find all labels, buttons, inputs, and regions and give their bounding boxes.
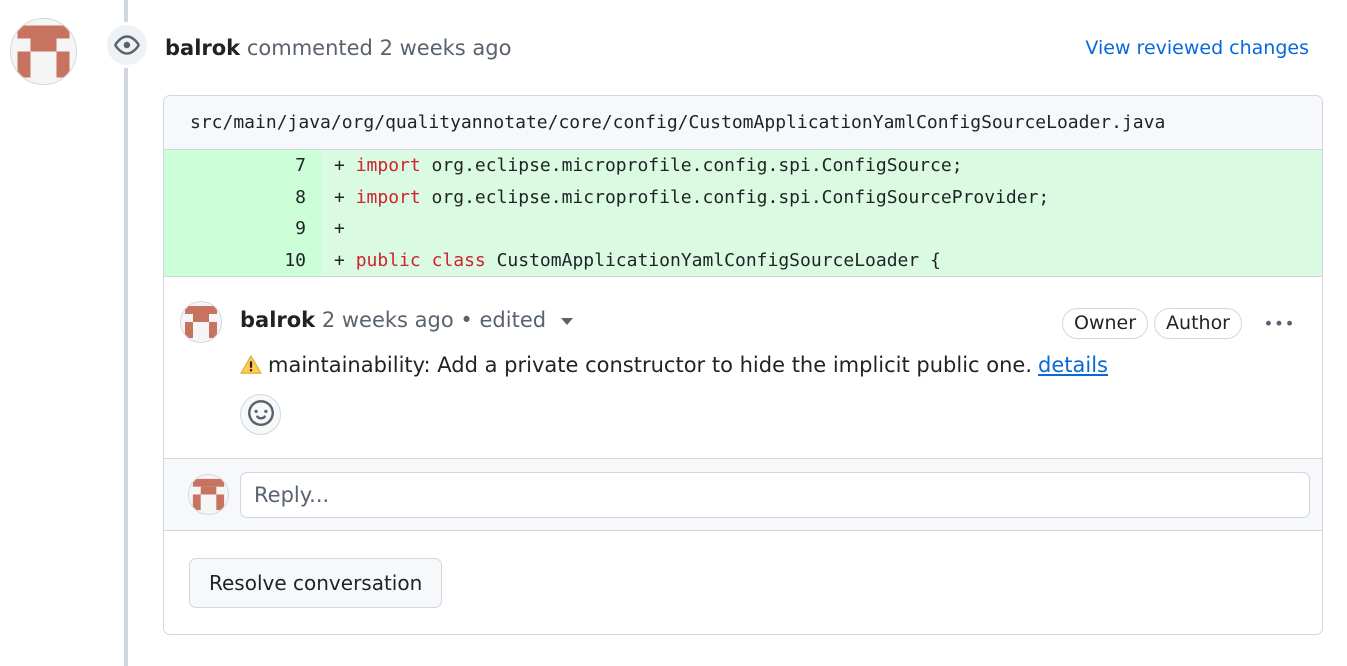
diff-line[interactable]: 9 + [164, 213, 1322, 245]
comment-time[interactable]: 2 weeks ago [322, 308, 454, 332]
code-text: org.eclipse.microprofile.config.spi.Conf… [420, 155, 963, 176]
code-keyword: class [431, 249, 486, 271]
code-keyword: import [355, 155, 421, 176]
diff-code: + [322, 213, 356, 245]
code-text: org.eclipse.microprofile.config.spi.Conf… [420, 186, 1050, 208]
diff-code: + public class CustomApplicationYamlConf… [322, 245, 941, 277]
line-number[interactable]: 7 [164, 150, 322, 182]
diff-code: + import org.eclipse.microprofile.config… [322, 150, 963, 182]
avatar-image [11, 19, 76, 84]
details-link[interactable]: details [1038, 349, 1108, 381]
diff-line[interactable]: 8 + import org.eclipse.microprofile.confi… [164, 181, 1322, 214]
diff-marker: + [334, 249, 345, 271]
code-keyword: import [355, 186, 421, 208]
avatar-image [181, 302, 221, 342]
comment-author[interactable]: balrok [240, 308, 315, 332]
timeline-line [124, 0, 128, 666]
warning-icon [240, 354, 262, 376]
line-number[interactable]: 9 [164, 213, 322, 245]
comment-text: maintainability: Add a private construct… [268, 353, 1033, 377]
edited-label[interactable]: edited [480, 308, 547, 332]
owner-badge: Owner [1061, 308, 1149, 339]
comment-header: balrok 2 weeks ago • edited [240, 305, 573, 335]
event-time[interactable]: 2 weeks ago [380, 36, 512, 60]
avatar[interactable] [10, 18, 77, 85]
smiley-icon [247, 399, 274, 430]
reply-bar [164, 459, 1322, 531]
avatar-image [189, 475, 228, 514]
comment-separator: • [460, 308, 473, 332]
view-reviewed-changes-link[interactable]: View reviewed changes [1085, 33, 1309, 63]
diff-hunk: 7 + import org.eclipse.microprofile.confi… [164, 150, 1322, 276]
code-text: CustomApplicationYamlConfigSourceLoader … [485, 249, 941, 271]
comment-body: maintainability: Add a private construct… [240, 349, 1108, 381]
comment-badges: Owner Author [1061, 308, 1294, 339]
reply-avatar [188, 474, 229, 515]
event-header: balrok commented 2 weeks ago [165, 33, 511, 63]
reply-input[interactable] [240, 472, 1310, 518]
review-thread: src/main/java/org/qualityannotate/core/c… [163, 95, 1323, 635]
line-number[interactable]: 10 [164, 244, 322, 276]
line-number[interactable]: 8 [164, 181, 322, 213]
comment-avatar[interactable] [180, 301, 222, 343]
file-path[interactable]: src/main/java/org/qualityannotate/core/c… [164, 96, 1322, 150]
eye-icon [104, 22, 150, 68]
chevron-down-icon[interactable] [560, 317, 573, 325]
diff-marker: + [334, 155, 345, 176]
event-author[interactable]: balrok [165, 36, 240, 60]
kebab-horizontal-icon[interactable] [1264, 309, 1294, 339]
diff-marker: + [334, 218, 345, 239]
event-action: commented [246, 36, 373, 60]
diff-marker: + [334, 186, 345, 208]
diff-line[interactable]: 7 + import org.eclipse.microprofile.confi… [164, 150, 1322, 182]
diff-line[interactable]: 10 + public class CustomApplicationYamlCo… [164, 244, 1322, 277]
diff-code: + import org.eclipse.microprofile.config… [322, 182, 1049, 214]
author-badge: Author [1154, 308, 1242, 339]
add-reaction-button[interactable] [240, 394, 281, 435]
code-keyword: public [355, 249, 421, 271]
resolve-conversation-button[interactable]: Resolve conversation [189, 558, 443, 608]
review-comment: balrok 2 weeks ago • edited Owner Author… [164, 276, 1322, 459]
